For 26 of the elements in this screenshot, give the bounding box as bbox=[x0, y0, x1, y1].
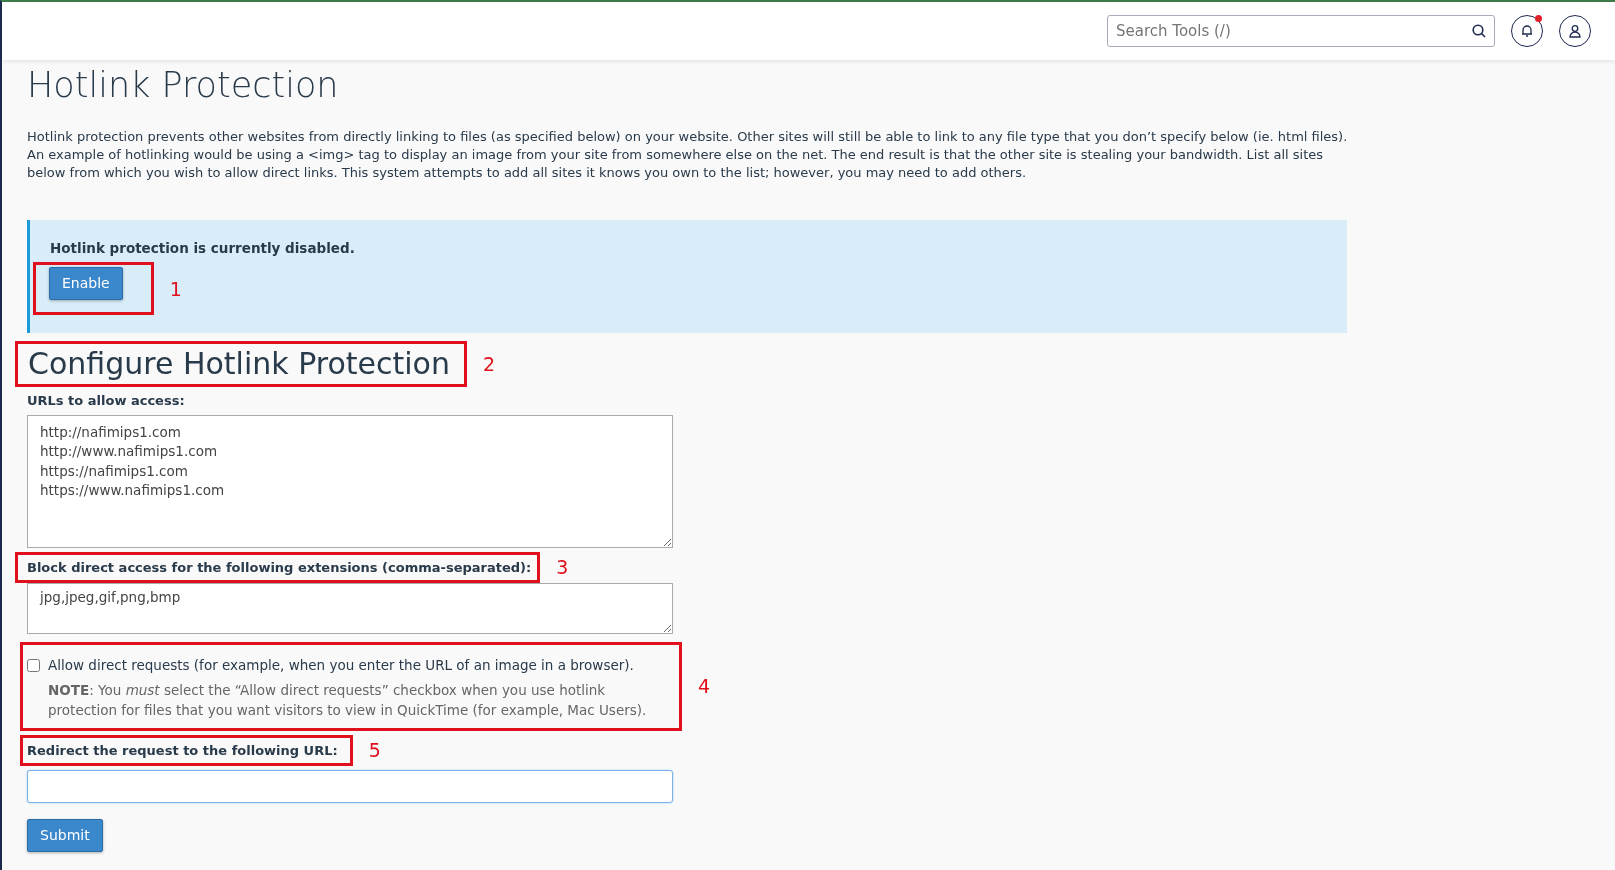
search-field[interactable]: Search Tools (/) bbox=[1107, 15, 1495, 47]
redirect-url-field[interactable] bbox=[27, 769, 673, 803]
allow-direct-checkbox[interactable] bbox=[27, 659, 40, 673]
user-account-button[interactable] bbox=[1559, 15, 1591, 47]
page-title: Hotlink Protection bbox=[27, 64, 340, 106]
annotation-number: 1 bbox=[169, 276, 182, 302]
alert-message: Hotlink protection is currently disabled. bbox=[50, 239, 356, 258]
checkbox-label: Allow direct requests (for example, when you enter the URL of an image in a browser). bbox=[48, 656, 635, 676]
annotation-number: 4 bbox=[698, 674, 711, 700]
description-paragraph: Hotlink protection prevents other websites from directly linking to files (as specified below) on your website. Other sites will still be able to link to any file type that you don’t specify below (ie. html files). An example of hotlinking would be using a <img> tag to display an image from your site from somewhere else on the net. The end result is that the other site is stealing your bandwidth. List all sites below from which you wish to allow direct links. This system attempts to add all sites it knows you own to the list; however, you may need to add others. bbox=[27, 128, 1349, 182]
notifications-button[interactable] bbox=[1511, 15, 1543, 47]
annotation-number: 2 bbox=[483, 352, 496, 377]
annotation-number: 5 bbox=[368, 738, 381, 763]
field-label: URLs to allow access: bbox=[27, 392, 186, 411]
extensions-textarea[interactable]: jpg,jpeg,gif,png,bmp bbox=[27, 583, 673, 635]
note-text: NOTE: You must select the “Allow direct requests” checkbox when you use hotlink protection for files that you want visitors to view in QuickTime (for example, Mac Users). bbox=[48, 680, 648, 720]
search-icon bbox=[1472, 24, 1486, 38]
submit-button[interactable]: Submit bbox=[27, 818, 103, 852]
section-heading: Configure Hotlink Protection bbox=[27, 345, 451, 384]
user-icon bbox=[1568, 24, 1582, 38]
enable-button[interactable]: Enable bbox=[49, 267, 123, 301]
annotation-number: 3 bbox=[556, 555, 569, 581]
bell-icon bbox=[1520, 24, 1534, 38]
field-label: Block direct access for the following extensions (comma-separated): bbox=[27, 559, 532, 575]
field-label: Redirect the request to the following URL: bbox=[27, 743, 338, 758]
urls-textarea[interactable]: http://nafimips1.com http://www.nafimips1.com https://nafimips1.com https://www.nafimips1.com bbox=[27, 414, 673, 548]
